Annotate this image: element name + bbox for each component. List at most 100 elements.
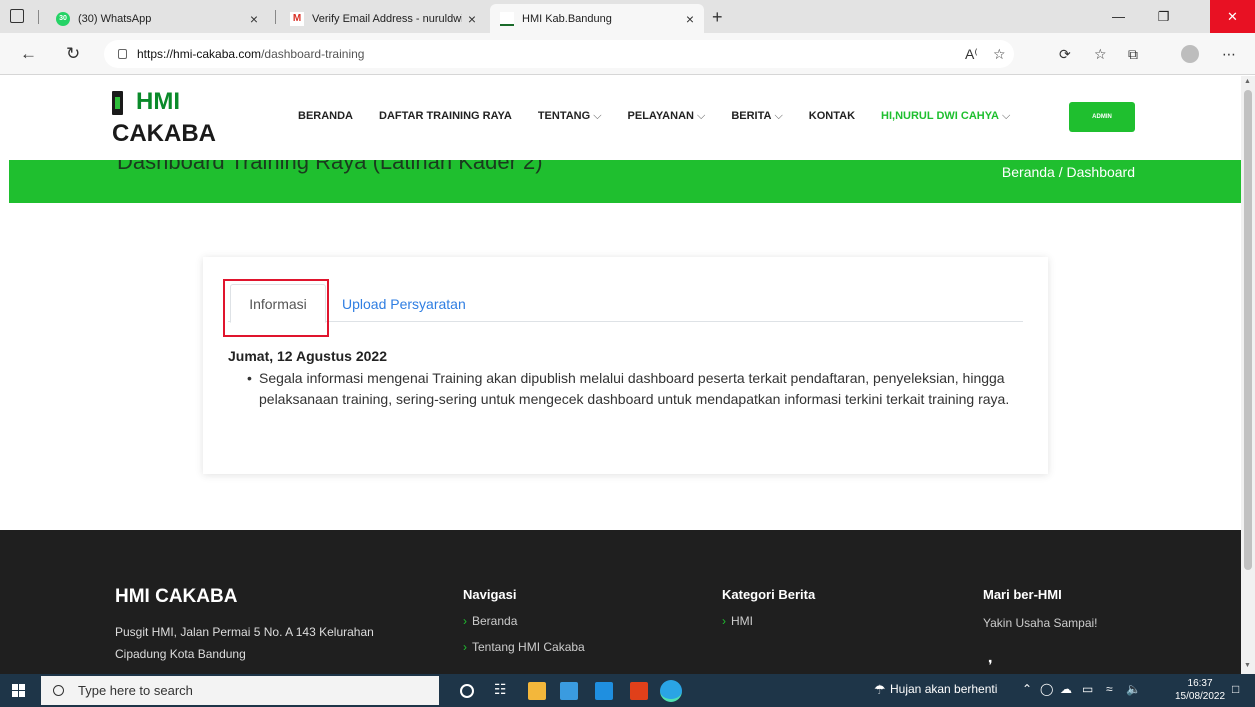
list-item: Segala informasi mengenai Training akan … [247, 368, 1017, 410]
taskbar-search-input[interactable]: Type here to search [41, 676, 439, 705]
close-icon[interactable]: × [468, 11, 476, 27]
info-list: Segala informasi mengenai Training akan … [247, 368, 1017, 410]
mail-icon[interactable] [595, 682, 613, 700]
footer-link-label: HMI [731, 614, 753, 628]
page-scrollbar[interactable]: ▲ ▼ [1241, 76, 1255, 674]
tray-chevron-up-icon[interactable]: ⌃ [1022, 682, 1032, 696]
nav-tentang[interactable]: TENTANG ⌵ [538, 110, 602, 123]
footer-link-label: Beranda [472, 614, 518, 628]
footer-heading: Mari ber-HMI [983, 587, 1062, 602]
tab-whatsapp[interactable]: 30 (30) WhatsApp × [46, 4, 268, 33]
extensions-icon[interactable]: ⟳ [1059, 46, 1071, 63]
site-footer: HMI CAKABA Pusgit HMI, Jalan Permai 5 No… [0, 530, 1241, 674]
footer-link-beranda[interactable]: › Beranda [463, 614, 585, 628]
edge-browser-icon[interactable] [660, 680, 682, 702]
nav-label: DAFTAR TRAINING RAYA [379, 110, 512, 122]
nav-beranda[interactable]: BERANDA [298, 110, 353, 123]
weather-icon[interactable]: ☂ [874, 682, 886, 698]
minimize-button[interactable]: — [1096, 0, 1141, 33]
new-tab-button[interactable]: + [712, 7, 723, 28]
more-menu-icon[interactable]: ⋯ [1222, 46, 1236, 63]
collections-icon[interactable]: ⧉ [1128, 46, 1138, 63]
battery-icon[interactable]: ▭ [1082, 682, 1093, 696]
tab-actions-icon[interactable] [10, 9, 24, 23]
footer-link-tentang[interactable]: › Tentang HMI Cakaba [463, 640, 585, 654]
nav-berita[interactable]: BERITA ⌵ [731, 110, 782, 123]
dashboard-card: Informasi Upload Persyaratan Jumat, 12 A… [203, 257, 1048, 474]
scrollbar-thumb[interactable] [1244, 90, 1252, 570]
favorite-star-icon[interactable]: ☆ [993, 46, 1006, 63]
restore-button[interactable]: ❐ [1141, 0, 1186, 33]
tab-title: (30) WhatsApp [78, 12, 152, 25]
footer-heading: Kategori Berita [722, 587, 816, 602]
tab-separator [275, 10, 276, 24]
page-viewport: HMI CAKABA BERANDA DAFTAR TRAINING RAYA … [0, 76, 1241, 674]
task-view-icon[interactable]: ☷ [494, 681, 512, 699]
logo-text-cakaba: CAKABA [112, 120, 216, 147]
tab-separator [38, 10, 39, 24]
search-placeholder: Type here to search [78, 683, 193, 698]
office-icon[interactable] [630, 682, 648, 700]
browser-tab-bar: 30 (30) WhatsApp × M Verify Email Addres… [0, 0, 1255, 33]
chevron-down-icon: ⌵ [696, 110, 706, 122]
nav-pelayanan[interactable]: PELAYANAN ⌵ [628, 110, 706, 123]
nav-user-menu[interactable]: HI,NURUL DWI CAHYA ⌵ [881, 110, 1010, 123]
profile-avatar[interactable] [1181, 45, 1199, 63]
read-aloud-icon[interactable]: A⁽ [965, 46, 978, 63]
close-icon[interactable]: × [250, 11, 258, 27]
nav-label: TENTANG [537, 110, 591, 122]
volume-icon[interactable]: 🔈 [1126, 682, 1141, 696]
url-path: /dashboard-training [261, 47, 365, 61]
page-title: Dashboard Training Raya (Latihan Kader 2… [117, 160, 543, 174]
notification-icon[interactable]: □ [1232, 682, 1239, 696]
site-header: HMI CAKABA BERANDA DAFTAR TRAINING RAYA … [0, 76, 1241, 160]
page-hero-banner: Dashboard Training Raya (Latihan Kader 2… [9, 160, 1241, 203]
annotation-highlight-box [223, 279, 329, 337]
decorative-glyph-icon: ❜ [988, 657, 993, 673]
tab-gmail[interactable]: M Verify Email Address - nuruldwic × [280, 4, 486, 33]
address-bar: ← ↻ https://hmi-cakaba.com/dashboard-tra… [0, 33, 1255, 75]
chevron-down-icon: ⌵ [1001, 110, 1011, 122]
footer-categories: Kategori Berita › HMI [722, 587, 815, 628]
back-icon[interactable]: ← [20, 44, 37, 64]
footer-link-label: Tentang HMI Cakaba [472, 640, 585, 654]
main-navigation: BERANDA DAFTAR TRAINING RAYA TENTANG ⌵ PE… [298, 110, 1036, 123]
chevron-right-icon: › [463, 640, 467, 654]
footer-link-hmi[interactable]: › HMI [722, 614, 815, 628]
tab-title: Verify Email Address - nuruldwic [312, 12, 462, 25]
admin-button[interactable]: ADMIN [1069, 102, 1135, 132]
nav-label: BERANDA [298, 110, 353, 122]
nav-daftar-training-raya[interactable]: DAFTAR TRAINING RAYA [379, 110, 512, 123]
nav-kontak[interactable]: KONTAK [809, 110, 855, 123]
footer-brand: HMI CAKABA [115, 586, 238, 607]
system-clock[interactable]: 16:37 15/08/2022 [1175, 677, 1225, 703]
footer-hmi: Mari ber-HMI Yakin Usaha Sampai! [983, 587, 1098, 630]
scroll-up-icon[interactable]: ▲ [1244, 78, 1251, 85]
windows-start-icon[interactable] [12, 684, 25, 697]
footer-heading: Navigasi [463, 587, 517, 602]
clock-time: 16:37 [1187, 678, 1213, 689]
favorites-icon[interactable]: ☆ [1094, 46, 1107, 63]
tab-upload-persyaratan[interactable]: Upload Persyaratan [342, 296, 466, 312]
network-icon[interactable]: ◯ [1040, 682, 1053, 696]
card-tabs: Informasi Upload Persyaratan [228, 282, 1023, 323]
cloud-icon[interactable]: ☁ [1060, 682, 1072, 696]
refresh-icon[interactable]: ↻ [66, 44, 80, 64]
file-explorer-icon[interactable] [528, 682, 546, 700]
whatsapp-icon: 30 [56, 11, 70, 26]
chevron-down-icon: ⌵ [593, 110, 602, 122]
chevron-right-icon: › [463, 614, 467, 628]
wifi-icon[interactable]: ≈ [1106, 682, 1113, 696]
store-icon[interactable] [560, 682, 578, 700]
scroll-down-icon[interactable]: ▼ [1244, 662, 1251, 669]
url-input[interactable]: https://hmi-cakaba.com/dashboard-trainin… [104, 40, 1014, 68]
chevron-right-icon: › [722, 614, 726, 628]
nav-label: KONTAK [808, 110, 856, 122]
logo-text-hmi: HMI [136, 88, 180, 115]
tab-hmi-bandung[interactable]: HMI Kab.Bandung × [490, 4, 704, 33]
close-window-button[interactable]: ✕ [1210, 0, 1255, 33]
cortana-icon[interactable] [460, 684, 474, 698]
weather-text[interactable]: Hujan akan berhenti [890, 682, 997, 696]
breadcrumb: Beranda / Dashboard [1001, 164, 1135, 180]
close-icon[interactable]: × [686, 11, 694, 27]
